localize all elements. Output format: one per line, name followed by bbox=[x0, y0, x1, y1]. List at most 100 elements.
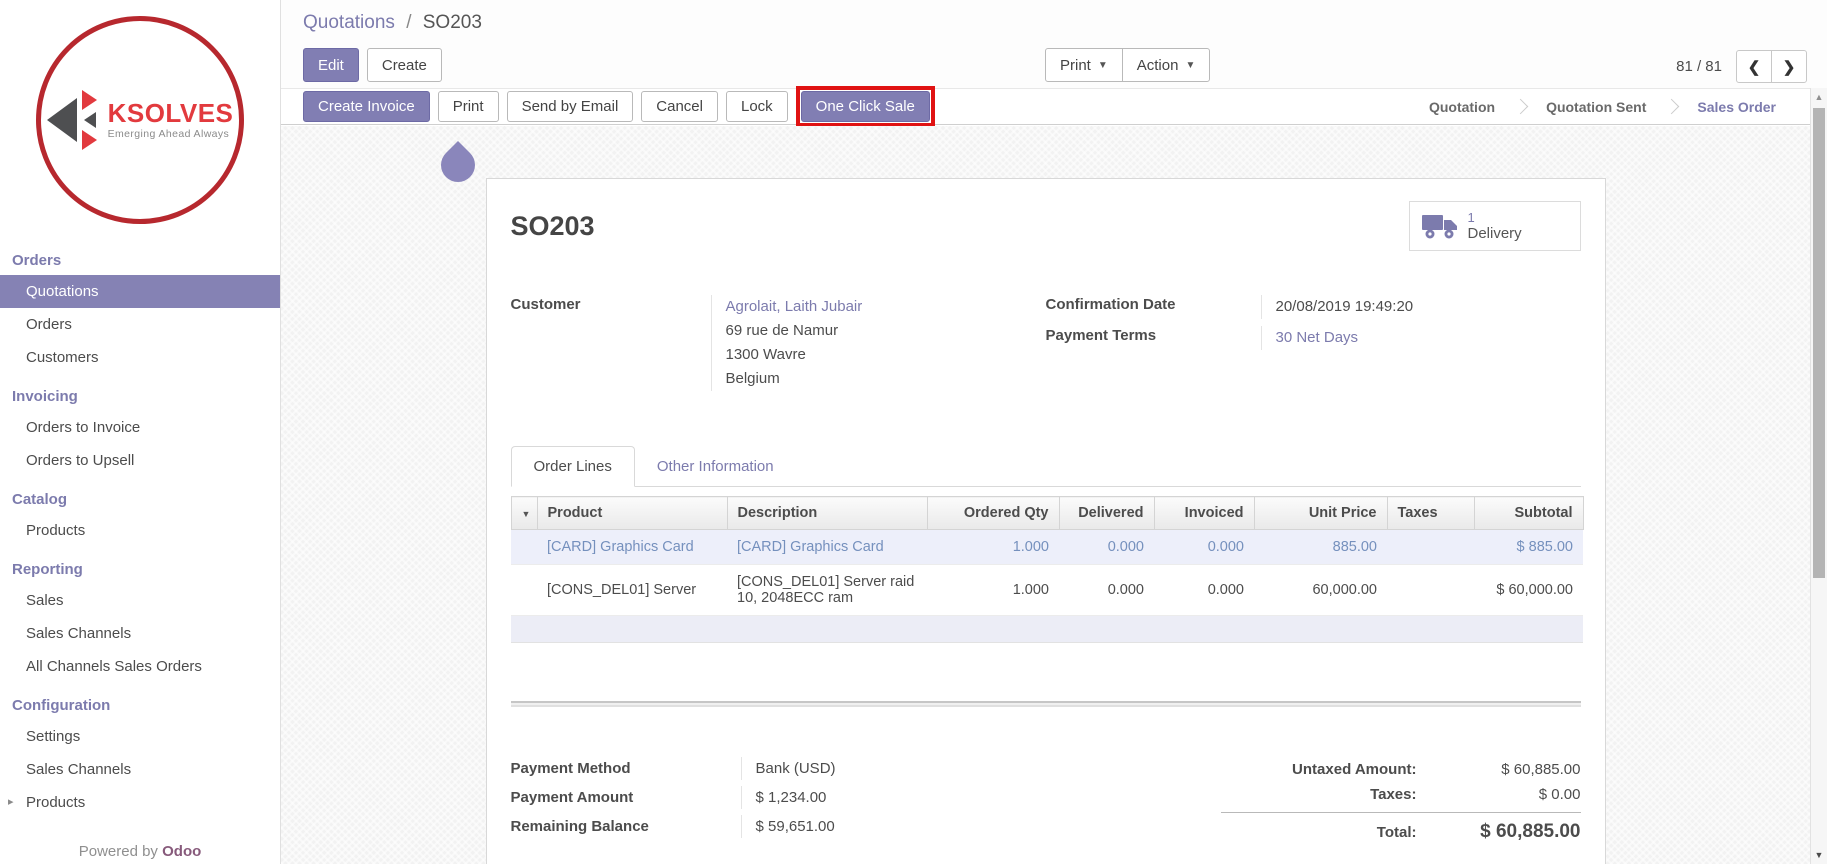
sidebar-item-orders-to-invoice[interactable]: Orders to Invoice bbox=[0, 411, 280, 444]
taxes-value: $ 0.00 bbox=[1441, 786, 1581, 803]
cell-subtotal[interactable]: $ 885.00 bbox=[1474, 530, 1583, 565]
sidebar-item-products[interactable]: Products bbox=[0, 514, 280, 547]
main-area: Quotations / SO203 Edit Create Print ▼ A… bbox=[281, 0, 1827, 864]
create-button[interactable]: Create bbox=[367, 48, 442, 82]
caret-down-icon: ▼ bbox=[522, 509, 531, 519]
sidebar-item-orders[interactable]: Orders bbox=[0, 308, 280, 341]
form-view-background: SO203 1 Delivery bbox=[281, 126, 1810, 864]
sidebar-item-config-sales-channels[interactable]: Sales Channels bbox=[0, 753, 280, 786]
cell-description[interactable]: [CARD] Graphics Card bbox=[727, 530, 927, 565]
notebook-tabs: Order Lines Other Information bbox=[511, 446, 1581, 487]
record-pager: 81 / 81 ❮ ❯ bbox=[1676, 50, 1807, 83]
list-toggle-header[interactable]: ▼ bbox=[511, 497, 537, 530]
cell-description[interactable]: [CONS_DEL01] Server raid 10, 2048ECC ram bbox=[727, 565, 927, 616]
sidebar-item-sales-channels[interactable]: Sales Channels bbox=[0, 617, 280, 650]
column-header-subtotal[interactable]: Subtotal bbox=[1474, 497, 1583, 530]
chevron-left-icon: ❮ bbox=[1748, 58, 1761, 76]
sidebar-item-settings[interactable]: Settings bbox=[0, 720, 280, 753]
breadcrumb-separator: / bbox=[400, 12, 417, 33]
action-dropdown-button[interactable]: Action ▼ bbox=[1122, 48, 1211, 82]
pager-next-button[interactable]: ❯ bbox=[1771, 50, 1807, 83]
sidebar-item-config-products[interactable]: ▸ Products bbox=[0, 786, 280, 819]
logo-tagline: Emerging Ahead Always bbox=[108, 128, 234, 140]
cell-taxes[interactable] bbox=[1387, 530, 1474, 565]
chevron-down-icon: ▼ bbox=[1185, 60, 1195, 71]
print-action-group: Print ▼ Action ▼ bbox=[1045, 48, 1210, 82]
app-window: KSOLVES Emerging Ahead Always Orders Quo… bbox=[0, 0, 1827, 864]
cancel-button[interactable]: Cancel bbox=[641, 91, 718, 122]
remaining-balance-value: $ 59,651.00 bbox=[741, 815, 835, 838]
cell-product[interactable]: [CARD] Graphics Card bbox=[537, 530, 727, 565]
order-line-row[interactable]: [CONS_DEL01] Server [CONS_DEL01] Server … bbox=[511, 565, 1583, 616]
payment-field-group: Payment Method Bank (USD) Payment Amount… bbox=[511, 757, 1110, 847]
payment-terms-label: Payment Terms bbox=[1046, 326, 1261, 350]
print-button[interactable]: Print bbox=[438, 91, 499, 122]
form-sheet: SO203 1 Delivery bbox=[486, 178, 1606, 864]
powered-by: Powered by Odoo bbox=[0, 843, 280, 860]
pager-previous-button[interactable]: ❮ bbox=[1736, 50, 1772, 83]
untaxed-amount-label: Untaxed Amount: bbox=[1221, 761, 1441, 778]
untaxed-amount-value: $ 60,885.00 bbox=[1441, 761, 1581, 778]
vertical-scrollbar[interactable]: ▲ ▼ bbox=[1810, 88, 1827, 864]
scroll-up-icon[interactable]: ▲ bbox=[1811, 92, 1827, 102]
status-step-sales-order[interactable]: Sales Order bbox=[1677, 99, 1796, 115]
cell-invoiced[interactable]: 0.000 bbox=[1154, 530, 1254, 565]
cell-delivered[interactable]: 0.000 bbox=[1059, 565, 1154, 616]
column-header-product[interactable]: Product bbox=[537, 497, 727, 530]
payment-terms-link[interactable]: 30 Net Days bbox=[1276, 329, 1359, 346]
column-header-ordered-qty[interactable]: Ordered Qty bbox=[927, 497, 1059, 530]
customer-address-line: 1300 Wavre bbox=[726, 343, 863, 367]
cell-invoiced[interactable]: 0.000 bbox=[1154, 565, 1254, 616]
totals-summary: Untaxed Amount: $ 60,885.00 Taxes: $ 0.0… bbox=[1221, 757, 1581, 847]
breadcrumb-current: SO203 bbox=[423, 12, 482, 33]
cursor-drop-marker bbox=[434, 141, 482, 189]
column-header-invoiced[interactable]: Invoiced bbox=[1154, 497, 1254, 530]
order-title: SO203 bbox=[511, 211, 595, 242]
sidebar-item-orders-to-upsell[interactable]: Orders to Upsell bbox=[0, 444, 280, 477]
empty-line-row[interactable] bbox=[511, 616, 1583, 643]
scrollbar-thumb[interactable] bbox=[1813, 108, 1825, 578]
delivery-truck-icon bbox=[1422, 213, 1458, 240]
chevron-down-icon: ▼ bbox=[1098, 60, 1108, 71]
sidebar-item-all-channels-sales-orders[interactable]: All Channels Sales Orders bbox=[0, 650, 280, 683]
send-by-email-button[interactable]: Send by Email bbox=[507, 91, 634, 122]
logo-triangle-icon bbox=[47, 98, 77, 142]
sidebar-section-invoicing: Invoicing bbox=[0, 374, 280, 411]
scroll-down-icon[interactable]: ▼ bbox=[1811, 850, 1827, 860]
breadcrumb-quotations-link[interactable]: Quotations bbox=[303, 12, 395, 33]
cell-ordered-qty[interactable]: 1.000 bbox=[927, 530, 1059, 565]
cell-unit-price[interactable]: 885.00 bbox=[1254, 530, 1387, 565]
column-header-taxes[interactable]: Taxes bbox=[1387, 497, 1474, 530]
payment-amount-value: $ 1,234.00 bbox=[741, 786, 827, 809]
tab-order-lines[interactable]: Order Lines bbox=[511, 446, 635, 487]
confirmation-date-value: 20/08/2019 19:49:20 bbox=[1261, 295, 1414, 319]
edit-button[interactable]: Edit bbox=[303, 48, 359, 82]
create-invoice-button[interactable]: Create Invoice bbox=[303, 91, 430, 122]
lock-button[interactable]: Lock bbox=[726, 91, 788, 122]
order-line-row[interactable]: [CARD] Graphics Card [CARD] Graphics Car… bbox=[511, 530, 1583, 565]
tab-other-information[interactable]: Other Information bbox=[635, 447, 796, 486]
expand-arrow-icon[interactable]: ▸ bbox=[8, 795, 14, 808]
sidebar-item-sales[interactable]: Sales bbox=[0, 584, 280, 617]
cell-subtotal[interactable]: $ 60,000.00 bbox=[1474, 565, 1583, 616]
cell-product[interactable]: [CONS_DEL01] Server bbox=[537, 565, 727, 616]
cell-ordered-qty[interactable]: 1.000 bbox=[927, 565, 1059, 616]
cell-unit-price[interactable]: 60,000.00 bbox=[1254, 565, 1387, 616]
remaining-balance-label: Remaining Balance bbox=[511, 815, 741, 838]
payment-amount-label: Payment Amount bbox=[511, 786, 741, 809]
sidebar-item-customers[interactable]: Customers bbox=[0, 341, 280, 374]
print-dropdown-button[interactable]: Print ▼ bbox=[1045, 48, 1123, 82]
column-header-delivered[interactable]: Delivered bbox=[1059, 497, 1154, 530]
odoo-brand-link[interactable]: Odoo bbox=[162, 843, 201, 860]
status-step-quotation[interactable]: Quotation bbox=[1409, 99, 1515, 115]
one-click-sale-button[interactable]: One Click Sale bbox=[801, 91, 930, 122]
sidebar-item-quotations[interactable]: Quotations bbox=[0, 275, 280, 308]
cell-taxes[interactable] bbox=[1387, 565, 1474, 616]
status-step-quotation-sent[interactable]: Quotation Sent bbox=[1526, 99, 1666, 115]
customer-label: Customer bbox=[511, 295, 711, 391]
cell-delivered[interactable]: 0.000 bbox=[1059, 530, 1154, 565]
delivery-stat-button[interactable]: 1 Delivery bbox=[1409, 201, 1581, 251]
customer-link[interactable]: Agrolait, Laith Jubair bbox=[726, 295, 863, 319]
column-header-unit-price[interactable]: Unit Price bbox=[1254, 497, 1387, 530]
column-header-description[interactable]: Description bbox=[727, 497, 927, 530]
